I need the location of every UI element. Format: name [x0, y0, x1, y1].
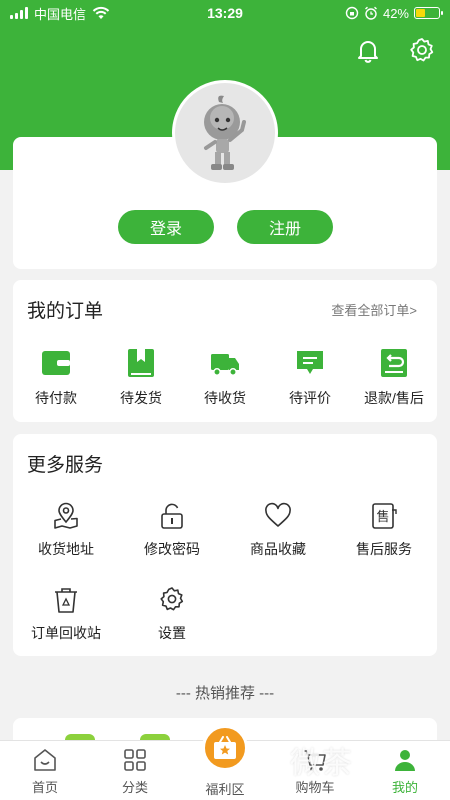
service-settings[interactable]: 设置 [117, 586, 227, 643]
rotation-lock-icon [345, 6, 359, 20]
tab-mine[interactable]: 我的 [365, 747, 445, 796]
avatar[interactable] [172, 80, 278, 186]
service-item-label: 商品收藏 [250, 541, 306, 557]
service-item-label: 收货地址 [38, 541, 94, 557]
services-card: 更多服务 收货地址 修改密码 商品收藏 售 售后服务 订单回收站 设置 [13, 434, 437, 656]
service-favorites[interactable]: 商品收藏 [223, 502, 333, 559]
carrier-name: 中国电信 [34, 6, 87, 22]
view-all-orders-link[interactable]: 查看全部订单> [331, 300, 417, 319]
signal-strength-icon [10, 7, 28, 19]
order-pending-payment[interactable]: 待付款 [16, 348, 96, 408]
tab-category[interactable]: 分类 [95, 747, 175, 796]
after-sales-icon: 售 [372, 503, 397, 529]
battery-icon [414, 7, 443, 19]
header-actions [354, 36, 436, 64]
order-refund[interactable]: 退款/售后 [354, 348, 434, 408]
gift-icon [214, 736, 236, 759]
services-title: 更多服务 [27, 455, 104, 476]
order-item-label: 待付款 [35, 390, 77, 406]
wifi-icon [92, 6, 110, 19]
order-item-label: 退款/售后 [364, 390, 424, 406]
order-item-label: 待收货 [204, 390, 246, 406]
order-pending-receipt[interactable]: 待收货 [185, 348, 265, 408]
lock-icon [161, 503, 183, 529]
mascot-avatar-icon [204, 95, 246, 170]
order-pending-shipment[interactable]: 待发货 [101, 348, 181, 408]
gear-icon [160, 587, 184, 611]
tab-cart[interactable]: 购物车 [275, 747, 355, 796]
service-address[interactable]: 收货地址 [11, 502, 121, 559]
battery-percent: 42% [382, 5, 409, 21]
heart-icon [265, 502, 291, 527]
order-pending-review[interactable]: 待评价 [270, 348, 350, 408]
login-button[interactable]: 登录 [118, 210, 214, 244]
service-recycle-bin[interactable]: 订单回收站 [11, 586, 121, 643]
wallet-icon [42, 351, 70, 375]
bookmark-box-icon [128, 349, 154, 377]
category-icon [124, 749, 146, 771]
cart-icon [304, 750, 326, 771]
status-bar: 中国电信 13:29 42% [0, 0, 450, 26]
location-icon [54, 502, 78, 529]
service-after-sales[interactable]: 售 售后服务 [329, 502, 439, 559]
tab-welfare[interactable] [202, 725, 248, 771]
tab-home[interactable]: 首页 [5, 747, 85, 796]
settings-gear-icon[interactable] [408, 36, 436, 64]
recycle-bin-icon [55, 588, 77, 613]
order-item-label: 待发货 [120, 390, 162, 406]
orders-title: 我的订单 [27, 301, 104, 322]
service-change-password[interactable]: 修改密码 [117, 502, 227, 559]
orders-card: 我的订单 查看全部订单> 待付款 待发货 待收货 待评价 退款/售后 [13, 280, 437, 422]
tab-label: 分类 [121, 780, 148, 795]
refund-icon [381, 349, 407, 377]
order-item-label: 待评价 [289, 390, 331, 406]
comment-icon [297, 351, 323, 374]
bell-icon[interactable] [354, 36, 382, 64]
truck-icon [211, 354, 239, 376]
hot-recommendations-title: --- 热销推荐 --- [175, 685, 275, 702]
service-item-label: 售后服务 [356, 541, 412, 557]
tab-label: 购物车 [295, 780, 335, 795]
home-icon [34, 749, 56, 771]
user-icon [395, 750, 415, 771]
service-item-label: 订单回收站 [31, 625, 101, 641]
tab-welfare-label: 福利区 [205, 782, 245, 797]
alarm-icon [365, 6, 377, 20]
svg-text:售: 售 [376, 509, 389, 525]
register-button[interactable]: 注册 [237, 210, 333, 244]
tab-label: 首页 [31, 780, 58, 795]
tab-label: 我的 [391, 780, 418, 795]
service-item-label: 修改密码 [144, 541, 200, 557]
service-item-label: 设置 [158, 625, 186, 641]
